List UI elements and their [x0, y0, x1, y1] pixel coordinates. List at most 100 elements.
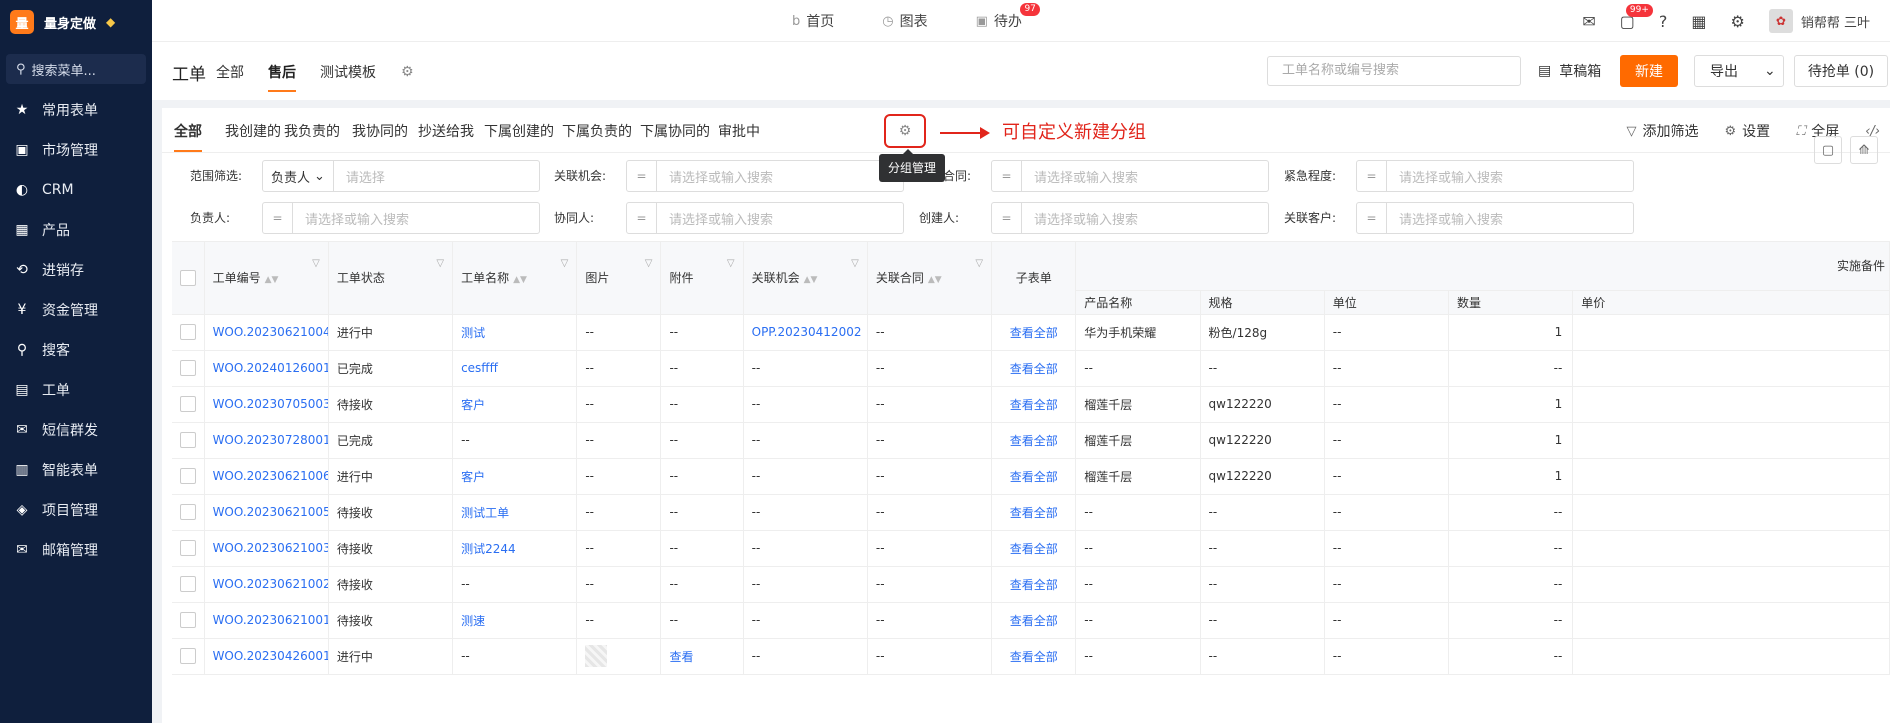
template-tab[interactable]: 售后: [268, 62, 296, 92]
group-tab[interactable]: 下属负责的: [562, 121, 632, 141]
view-all-link[interactable]: 查看全部: [991, 494, 1077, 531]
sub-column-header[interactable]: 单位: [1324, 290, 1450, 315]
table-row[interactable]: WOO.20230705003 待接收 客户 -- -- -- -- 查看全部 榴莲千层 qw12…: [172, 386, 1890, 423]
sort-icon[interactable]: ▲▼: [928, 275, 942, 285]
column-header[interactable]: 工单状态 ▽: [328, 242, 454, 315]
row-checkbox[interactable]: [179, 324, 196, 340]
sidebar-item[interactable]: ▤ 工单: [0, 370, 152, 410]
settings-button[interactable]: ⚙ 设置: [1724, 121, 1770, 141]
column-header[interactable]: 关联合同 ▲▼ ▽: [867, 242, 993, 315]
sidebar-item[interactable]: ✉ 短信群发: [0, 410, 152, 450]
workorder-id-link[interactable]: WOO.20230705003: [204, 386, 329, 423]
group-tab[interactable]: 我负责的: [284, 121, 340, 141]
filter-input[interactable]: = 请选择或输入搜索: [626, 202, 904, 234]
workorder-id-link[interactable]: WOO.20230728001: [204, 422, 329, 459]
group-tab[interactable]: 我协同的: [352, 121, 408, 141]
workorder-name[interactable]: 测试2244: [452, 530, 578, 567]
column-header[interactable]: 附件 ▽: [660, 242, 744, 315]
table-row[interactable]: WOO.20230728001 已完成 -- -- -- -- -- 查看全部 榴莲千层 qw12…: [172, 422, 1890, 459]
row-checkbox[interactable]: [179, 432, 196, 448]
column-filter-icon[interactable]: ▽: [312, 258, 320, 269]
sidebar-item[interactable]: ✉ 邮箱管理: [0, 530, 152, 570]
template-tab[interactable]: 测试模板: [320, 62, 376, 92]
view-all-link[interactable]: 查看全部: [991, 638, 1077, 675]
workorder-id-link[interactable]: WOO.20230621001: [204, 602, 329, 639]
mail-icon[interactable]: ✉: [1582, 12, 1595, 31]
group-tab[interactable]: 我创建的: [225, 121, 281, 141]
group-tab[interactable]: 下属协同的: [640, 121, 710, 141]
menu-search-input[interactable]: ⚲ 搜索菜单...: [6, 54, 146, 84]
sub-column-header[interactable]: 单价: [1572, 290, 1890, 315]
workorder-name[interactable]: 测试: [452, 314, 578, 351]
workorder-id-link[interactable]: WOO.20230621003: [204, 530, 329, 567]
view-all-link[interactable]: 查看全部: [991, 566, 1077, 603]
workorder-name[interactable]: 测速: [452, 602, 578, 639]
top-nav-item[interactable]: ▣ 待办 97: [976, 3, 1040, 31]
filter-input[interactable]: = 请选择或输入搜索: [1356, 160, 1634, 192]
filter-input[interactable]: = 请选择或输入搜索: [991, 160, 1269, 192]
image-thumbnail[interactable]: [585, 645, 608, 667]
new-button[interactable]: 新建: [1620, 55, 1678, 87]
save-filter-icon[interactable]: ▢: [1814, 136, 1842, 164]
draft-box-button[interactable]: ▤ 草稿箱: [1538, 56, 1601, 86]
table-row[interactable]: WOO.20230621006 进行中 客户 -- -- -- -- 查看全部 榴莲千层 qw12…: [172, 458, 1890, 495]
column-header[interactable]: 子表单: [991, 242, 1077, 315]
group-tab[interactable]: 全部: [174, 121, 202, 141]
workorder-name[interactable]: 客户: [452, 458, 578, 495]
filter-input[interactable]: = 请选择或输入搜索: [626, 160, 904, 192]
add-filter-button[interactable]: ▽ 添加筛选: [1626, 121, 1698, 141]
top-nav-item[interactable]: ◷ 图表: [882, 11, 927, 31]
view-all-link[interactable]: 查看全部: [991, 386, 1077, 423]
column-header[interactable]: 工单编号 ▲▼ ▽: [204, 242, 329, 315]
table-row[interactable]: WOO.20230621002 待接收 -- -- -- -- -- 查看全部 -- -- -- --: [172, 566, 1890, 603]
row-checkbox[interactable]: [179, 396, 196, 412]
sidebar-item[interactable]: ▦ 产品: [0, 210, 152, 250]
attachment-cell[interactable]: 查看: [660, 638, 744, 675]
row-checkbox[interactable]: [179, 612, 196, 628]
workorder-id-link[interactable]: WOO.20230621002: [204, 566, 329, 603]
view-all-link[interactable]: 查看全部: [991, 422, 1077, 459]
view-all-link[interactable]: 查看全部: [991, 350, 1077, 387]
image-cell[interactable]: [576, 638, 662, 675]
table-row[interactable]: WOO.20230621005 待接收 测试工单 -- -- -- -- 查看全部 -- -- --…: [172, 494, 1890, 531]
workorder-name[interactable]: cesffff: [452, 350, 578, 387]
sidebar-item[interactable]: ⟲ 进销存: [0, 250, 152, 290]
grab-order-button[interactable]: 待抢单 (0): [1794, 55, 1888, 87]
group-settings-button[interactable]: ⚙: [884, 114, 926, 148]
column-header[interactable]: 图片 ▽: [576, 242, 662, 315]
table-row[interactable]: WOO.20240126001 已完成 cesffff -- -- -- -- 查看全部 -- -…: [172, 350, 1890, 387]
sidebar-item[interactable]: ◐ CRM: [0, 170, 152, 210]
workorder-search-input[interactable]: 工单名称或编号搜索: [1267, 56, 1521, 86]
row-checkbox[interactable]: [179, 468, 196, 484]
workorder-id-link[interactable]: WOO.20230621005: [204, 494, 329, 531]
row-checkbox[interactable]: [179, 576, 196, 592]
sidebar-item[interactable]: ★ 常用表单: [0, 90, 152, 130]
group-tab[interactable]: 抄送给我: [418, 121, 474, 141]
view-all-link[interactable]: 查看全部: [991, 458, 1077, 495]
sidebar-item[interactable]: ▥ 智能表单: [0, 450, 152, 490]
template-tab[interactable]: 全部: [216, 62, 244, 92]
scope-filter[interactable]: 负责人 ⌄ 请选择: [262, 160, 540, 192]
template-settings-icon[interactable]: ⚙: [401, 64, 414, 80]
row-checkbox[interactable]: [179, 648, 196, 664]
row-checkbox[interactable]: [179, 540, 196, 556]
workorder-id-link[interactable]: WOO.20230621006: [204, 458, 329, 495]
table-row[interactable]: WOO.20230621003 待接收 测试2244 -- -- -- -- 查看全部 -- --…: [172, 530, 1890, 567]
table-row[interactable]: WOO.20230621004 进行中 测试 -- -- OPP.20230412002-…: [172, 314, 1890, 351]
column-filter-icon[interactable]: ▽: [851, 258, 859, 269]
sort-icon[interactable]: ▲▼: [265, 275, 279, 285]
column-header[interactable]: 工单名称 ▲▼ ▽: [452, 242, 578, 315]
column-header[interactable]: 关联机会 ▲▼ ▽: [743, 242, 868, 315]
sidebar-item[interactable]: ◈ 项目管理: [0, 490, 152, 530]
apps-icon[interactable]: ▦: [1691, 12, 1706, 31]
sort-icon[interactable]: ▲▼: [513, 275, 527, 285]
gear-icon[interactable]: ⚙: [1731, 12, 1745, 31]
export-button[interactable]: 导出 ⌄: [1694, 55, 1784, 87]
user-menu[interactable]: ✿ 销帮帮 三叶: [1768, 9, 1870, 33]
help-icon[interactable]: ?: [1659, 12, 1668, 31]
sub-column-header[interactable]: 规格: [1200, 290, 1325, 315]
collapse-filter-icon[interactable]: ⟰: [1850, 136, 1878, 164]
table-row[interactable]: WOO.20230621001 待接收 测速 -- -- -- -- 查看全部 -- -- -- --: [172, 602, 1890, 639]
filter-input[interactable]: = 请选择或输入搜索: [1356, 202, 1634, 234]
sort-icon[interactable]: ▲▼: [804, 275, 818, 285]
